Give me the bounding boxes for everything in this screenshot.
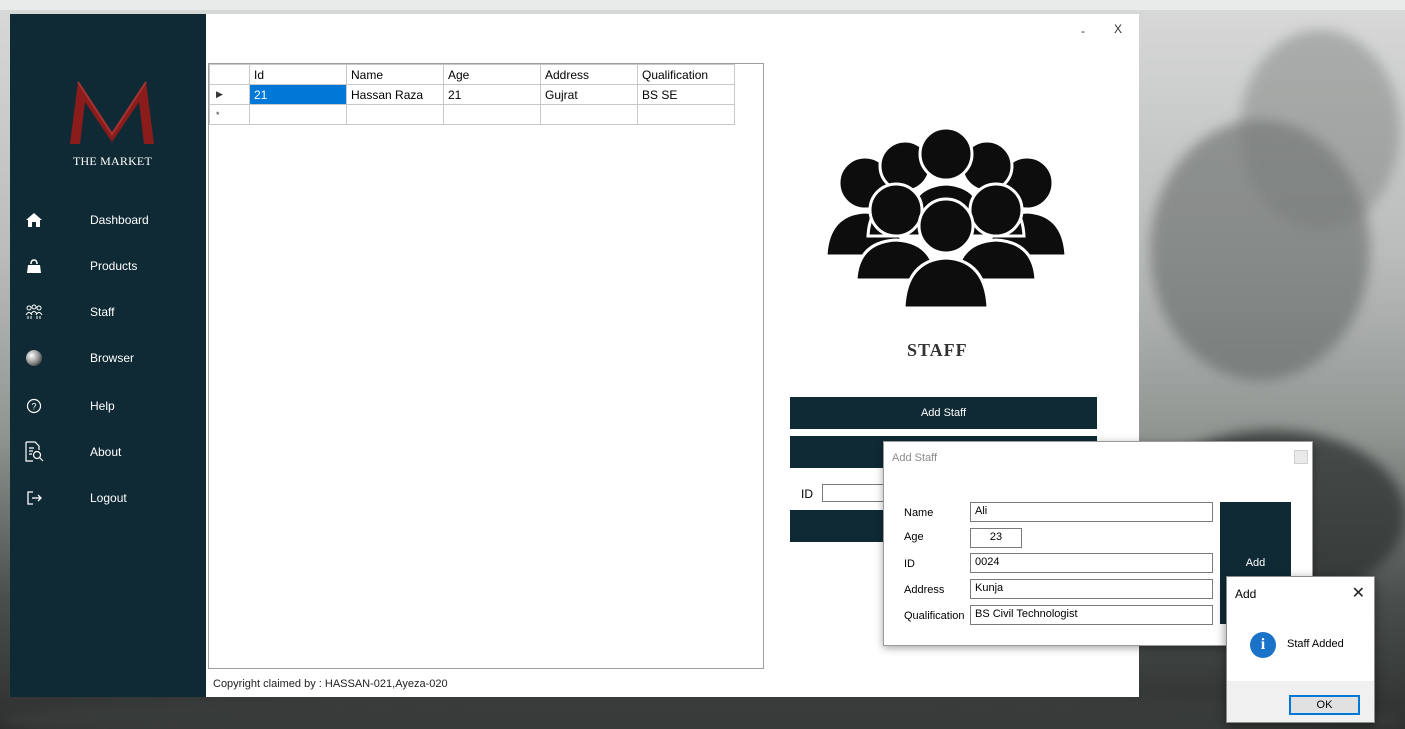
table-cell[interactable] xyxy=(249,104,347,125)
dialog-close-button[interactable] xyxy=(1294,450,1308,464)
row-marker[interactable]: ▶ xyxy=(209,84,250,105)
message-box-title: Add xyxy=(1235,587,1257,601)
sidebar-item-dashboard[interactable]: Dashboard xyxy=(10,206,206,236)
minimize-button[interactable]: - xyxy=(1081,24,1085,38)
sidebar-item-logout[interactable]: Logout xyxy=(10,484,206,514)
column-header-id[interactable]: Id xyxy=(249,64,347,85)
address-field[interactable]: Kunja xyxy=(970,579,1213,599)
sidebar-item-label: Help xyxy=(90,399,115,413)
staff-table: Id Name Age Address Qualification ▶ 21 H… xyxy=(209,64,735,125)
column-header-name[interactable]: Name xyxy=(346,64,444,85)
table-row[interactable]: ▶ 21 Hassan Raza 21 Gujrat BS SE xyxy=(209,84,735,105)
table-row-new[interactable]: * xyxy=(209,104,735,125)
table-cell[interactable] xyxy=(637,104,735,125)
brand-logo: THE MARKET xyxy=(60,74,165,184)
name-label: Name xyxy=(904,507,934,519)
message-box-footer: OK xyxy=(1227,681,1374,722)
people-icon xyxy=(24,302,44,322)
age-field[interactable]: 23 xyxy=(970,528,1022,548)
message-text: Staff Added xyxy=(1287,638,1344,650)
table-cell[interactable] xyxy=(540,104,638,125)
table-cell[interactable]: Hassan Raza xyxy=(346,84,444,105)
info-icon: i xyxy=(1250,632,1276,658)
sidebar-item-label: Browser xyxy=(90,351,135,365)
table-cell[interactable] xyxy=(443,104,541,125)
help-icon: ? xyxy=(24,396,44,416)
sidebar-item-help[interactable]: ? Help xyxy=(10,392,206,422)
qualification-field[interactable]: BS Civil Technologist xyxy=(970,605,1213,625)
sidebar-item-about[interactable]: About xyxy=(10,438,206,468)
sidebar-item-staff[interactable]: Staff xyxy=(10,298,206,328)
staff-data-grid[interactable]: Id Name Age Address Qualification ▶ 21 H… xyxy=(208,63,764,669)
id-label: ID xyxy=(904,558,915,570)
svg-text:?: ? xyxy=(31,402,36,412)
sidebar-item-label: Products xyxy=(90,259,138,273)
table-cell[interactable]: 21 xyxy=(249,84,347,105)
add-staff-button[interactable]: Add Staff xyxy=(790,397,1097,429)
column-header-qualification[interactable]: Qualification xyxy=(637,64,735,85)
shopping-bag-icon xyxy=(24,256,44,276)
column-header-address[interactable]: Address xyxy=(540,64,638,85)
sidebar-item-label: Logout xyxy=(90,491,127,505)
table-cell[interactable]: BS SE xyxy=(637,84,735,105)
id-label: ID xyxy=(801,487,813,501)
sidebar-item-browser[interactable]: Browser xyxy=(10,344,206,374)
age-label: Age xyxy=(904,531,924,543)
desktop-top-strip xyxy=(0,0,1405,10)
table-cell[interactable]: 21 xyxy=(443,84,541,105)
close-button[interactable]: X xyxy=(1114,22,1122,36)
row-header-corner xyxy=(209,64,250,85)
brand-name: THE MARKET xyxy=(73,154,152,168)
panel-action-button[interactable] xyxy=(790,510,890,542)
globe-icon xyxy=(24,348,44,368)
staff-group-icon xyxy=(826,128,1066,310)
close-icon[interactable]: ✕ xyxy=(1352,583,1365,603)
dialog-title: Add Staff xyxy=(892,452,938,464)
background-tree xyxy=(1240,30,1400,230)
copyright-text: Copyright claimed by : HASSAN-021,Ayeza-… xyxy=(213,678,448,690)
id-search-field[interactable] xyxy=(822,484,892,502)
sidebar-item-products[interactable]: Products xyxy=(10,252,206,282)
table-cell[interactable] xyxy=(346,104,444,125)
address-label: Address xyxy=(904,584,945,596)
document-search-icon xyxy=(24,441,44,462)
sidebar-item-label: Staff xyxy=(90,305,115,319)
sidebar-item-label: About xyxy=(90,445,122,459)
new-row-marker[interactable]: * xyxy=(209,104,250,125)
name-field[interactable]: Ali xyxy=(970,502,1213,522)
logo-m-icon xyxy=(70,81,154,144)
qualification-label: Qualification xyxy=(904,610,965,622)
ok-button[interactable]: OK xyxy=(1289,695,1360,715)
staff-title: STAFF xyxy=(907,340,968,360)
home-icon xyxy=(24,210,44,230)
sidebar-item-label: Dashboard xyxy=(90,213,149,227)
column-header-age[interactable]: Age xyxy=(443,64,541,85)
id-field[interactable]: 0024 xyxy=(970,553,1213,573)
logout-icon xyxy=(24,488,44,508)
table-cell[interactable]: Gujrat xyxy=(540,84,638,105)
sidebar: THE MARKET Dashboard Products Staff Brow… xyxy=(10,14,206,697)
message-box: Add ✕ i Staff Added OK xyxy=(1226,576,1375,723)
table-header-row: Id Name Age Address Qualification xyxy=(209,64,735,85)
